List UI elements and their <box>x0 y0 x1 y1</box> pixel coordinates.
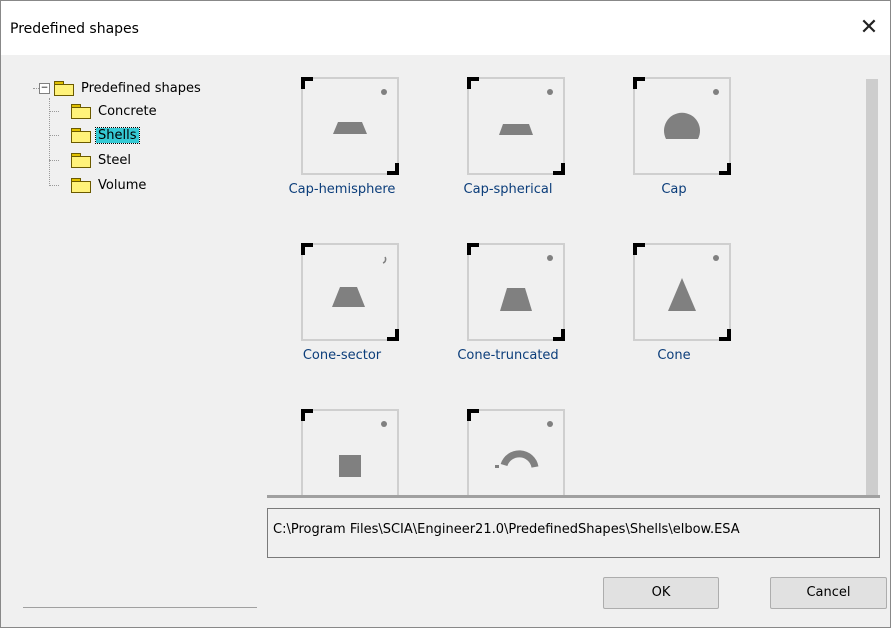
square-icon <box>339 455 361 477</box>
folder-tree: − Predefined shapes Concrete Shells Stee… <box>11 71 259 541</box>
shape-item-cap-hemisphere[interactable]: Cap-hemisphere <box>267 71 417 221</box>
title-bar: Predefined shapes ✕ <box>1 1 890 55</box>
cap-hemisphere-icon <box>333 122 367 134</box>
tree-item-label: Volume <box>98 177 147 193</box>
collapse-icon[interactable]: − <box>39 82 50 94</box>
shape-grid: Cap-hemisphere Cap-spherical Cap Cone-se… <box>267 71 864 496</box>
folder-icon <box>71 153 91 168</box>
cap-icon <box>664 112 700 139</box>
shape-thumbnail <box>467 77 565 175</box>
shape-label: Cone-truncated <box>457 348 559 363</box>
ok-button[interactable]: OK <box>603 577 719 609</box>
shape-thumbnail <box>633 243 731 341</box>
tree-item-steel[interactable]: Steel <box>71 150 133 170</box>
elbow-icon <box>495 450 539 468</box>
shape-item-cap[interactable]: Cap <box>599 71 749 221</box>
cancel-button[interactable]: Cancel <box>770 577 887 609</box>
shape-thumbnail <box>633 77 731 175</box>
shape-thumbnail <box>301 409 399 496</box>
divider <box>23 607 257 608</box>
vertical-scrollbar[interactable] <box>864 71 880 496</box>
predefined-shapes-dialog: Predefined shapes ✕ − Predefined shapes … <box>0 0 891 628</box>
tree-item-concrete[interactable]: Concrete <box>71 101 159 121</box>
tree-item-shells[interactable]: Shells <box>71 125 140 145</box>
window-title: Predefined shapes <box>10 21 139 37</box>
tree-item-volume[interactable]: Volume <box>71 175 148 195</box>
shape-label: Cone-sector <box>302 348 382 363</box>
folder-icon <box>54 81 74 96</box>
shape-item-cone-sector[interactable]: Cone-sector <box>267 237 417 387</box>
tree-item-label: Concrete <box>98 103 157 119</box>
shape-item-cone-truncated[interactable]: Cone-truncated <box>433 237 583 387</box>
shape-thumbnail <box>301 243 399 341</box>
scrollbar-thumb[interactable] <box>866 79 878 495</box>
shape-item-square[interactable] <box>267 403 417 496</box>
shape-thumbnail <box>467 409 565 496</box>
cone-sector-icon <box>332 256 387 307</box>
folder-icon <box>71 104 91 119</box>
cone-icon <box>668 278 696 311</box>
cap-spherical-icon <box>499 124 533 135</box>
tree-item-label: Steel <box>98 152 131 168</box>
cone-truncated-icon <box>500 288 532 311</box>
shape-thumbnail <box>301 77 399 175</box>
tree-item-predefined-shapes[interactable]: − Predefined shapes <box>39 78 203 98</box>
shape-label: Cap <box>661 182 687 197</box>
file-path-field: C:\Program Files\SCIA\Engineer21.0\Prede… <box>267 508 880 558</box>
divider <box>267 495 880 498</box>
folder-icon <box>71 128 91 143</box>
tree-item-label: Shells <box>95 126 140 144</box>
shape-item-cap-spherical[interactable]: Cap-spherical <box>433 71 583 221</box>
shape-label: Cap-hemisphere <box>288 182 396 197</box>
shape-thumbnail <box>467 243 565 341</box>
close-icon[interactable]: ✕ <box>854 13 884 43</box>
shape-item-elbow[interactable] <box>433 403 583 496</box>
tree-item-label: Predefined shapes <box>81 80 201 96</box>
shape-label: Cone <box>657 348 691 363</box>
shape-label: Cap-spherical <box>463 182 553 197</box>
folder-icon <box>71 178 91 193</box>
shape-item-cone[interactable]: Cone <box>599 237 749 387</box>
